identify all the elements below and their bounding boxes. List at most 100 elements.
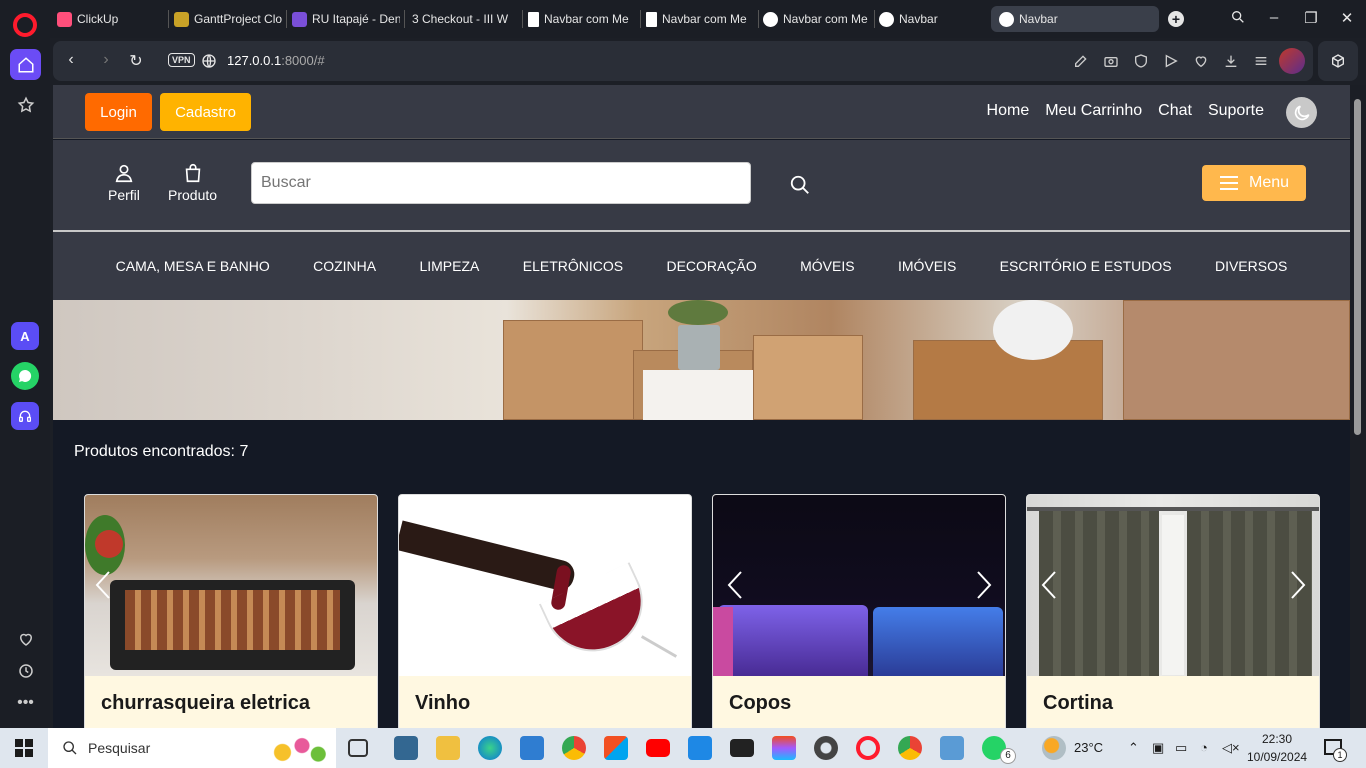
figma-icon[interactable]: [772, 736, 796, 760]
postgres-icon[interactable]: [394, 736, 418, 760]
music-player-icon[interactable]: [11, 402, 39, 430]
whatsapp-icon[interactable]: [11, 362, 39, 390]
vscode-icon[interactable]: [688, 736, 712, 760]
chevron-right-icon[interactable]: [976, 570, 992, 600]
category-moveis[interactable]: MÓVEIS: [778, 258, 876, 274]
product-card[interactable]: Vinho: [398, 494, 692, 728]
chevron-up-icon[interactable]: ⌃: [1128, 740, 1139, 756]
clickup-icon: [57, 11, 72, 27]
nav-link-chat[interactable]: Chat: [1158, 102, 1192, 120]
product-card[interactable]: Cortina: [1026, 494, 1320, 728]
chevron-left-icon[interactable]: [727, 570, 743, 600]
opera-icon[interactable]: [856, 736, 880, 760]
nav-link-cart[interactable]: Meu Carrinho: [1045, 102, 1142, 120]
chrome-icon[interactable]: [562, 736, 586, 760]
volume-icon[interactable]: ◁×: [1222, 740, 1240, 756]
category-diversos[interactable]: DIVERSOS: [1193, 258, 1309, 274]
terminal-icon[interactable]: [730, 739, 754, 757]
weather-temp[interactable]: 23°C: [1074, 740, 1103, 755]
clock-date[interactable]: 10/09/2024: [1247, 750, 1307, 764]
file-explorer-icon[interactable]: [436, 736, 460, 760]
chrome-profile-icon[interactable]: [898, 736, 922, 760]
aria-app-icon[interactable]: A: [11, 322, 39, 350]
top-links: Home Meu Carrinho Chat Suporte: [987, 102, 1264, 120]
back-icon[interactable]: ‹: [61, 51, 81, 71]
history-icon[interactable]: [10, 655, 41, 686]
taskbar-search[interactable]: Pesquisar: [48, 728, 336, 768]
download-icon[interactable]: [1223, 53, 1239, 69]
category-eletronicos[interactable]: ELETRÔNICOS: [501, 258, 645, 274]
meet-icon[interactable]: ▣: [1152, 740, 1164, 756]
easy-setup-icon[interactable]: [1253, 53, 1269, 69]
heart-icon[interactable]: [1193, 53, 1209, 69]
tab-checkout[interactable]: 3 Checkout - III W: [412, 8, 520, 30]
tab-navbar-4[interactable]: Navbar: [879, 8, 979, 30]
nav-link-home[interactable]: Home: [987, 102, 1030, 120]
opera-logo-icon[interactable]: [13, 13, 37, 37]
edge-icon[interactable]: [478, 736, 502, 760]
battery-icon[interactable]: ▭: [1175, 740, 1187, 756]
profile-link[interactable]: Perfil: [108, 162, 140, 203]
close-icon[interactable]: ✕: [1337, 9, 1357, 29]
category-cama-mesa-banho[interactable]: CAMA, MESA E BANHO: [94, 258, 291, 274]
edit-icon[interactable]: [1073, 53, 1089, 69]
windows-taskbar: Pesquisar 6 23°C ⌃ ▣ ▭ ◔ ◁× 22:30 10/09/…: [0, 728, 1366, 768]
menu-button[interactable]: Menu: [1202, 165, 1306, 201]
forward-icon[interactable]: ›: [96, 51, 116, 71]
scrollbar-thumb[interactable]: [1354, 99, 1361, 435]
star-icon[interactable]: [10, 89, 41, 120]
category-limpeza[interactable]: LIMPEZA: [398, 258, 501, 274]
tab-navbar-3[interactable]: Navbar com Me: [763, 8, 871, 30]
reload-icon[interactable]: ↻: [126, 51, 146, 71]
search-input[interactable]: [251, 162, 751, 204]
tab-ganttproject[interactable]: GanttProject Clo: [174, 8, 282, 30]
task-view-icon[interactable]: [348, 739, 368, 757]
tab-navbar-active[interactable]: Navbar: [991, 6, 1159, 32]
product-card[interactable]: Copos: [712, 494, 1006, 728]
chevron-right-icon[interactable]: [1290, 570, 1306, 600]
settings-icon[interactable]: [814, 736, 838, 760]
category-escritorio[interactable]: ESCRITÓRIO E ESTUDOS: [978, 258, 1193, 274]
clock-time[interactable]: 22:30: [1262, 732, 1292, 746]
product-card[interactable]: churrasqueira eletrica: [84, 494, 378, 728]
tab-navbar-1[interactable]: Navbar com Me: [528, 8, 636, 30]
windows-start-icon[interactable]: [15, 739, 33, 757]
results-count: Produtos encontrados: 7: [74, 443, 249, 460]
search-tabs-icon[interactable]: [1228, 9, 1248, 29]
dark-mode-toggle[interactable]: [1286, 97, 1317, 128]
category-imoveis[interactable]: IMÓVEIS: [876, 258, 978, 274]
store-icon[interactable]: [604, 736, 628, 760]
page-scrollbar[interactable]: [1350, 85, 1366, 728]
tab-navbar-2[interactable]: Navbar com Me: [646, 8, 754, 30]
vpn-badge[interactable]: VPN: [168, 53, 195, 67]
weather-icon[interactable]: [1042, 736, 1066, 760]
maximize-icon[interactable]: ❐: [1301, 9, 1321, 29]
category-decoracao[interactable]: DECORAÇÃO: [645, 258, 779, 274]
heart-icon[interactable]: [10, 623, 41, 654]
extensions-button[interactable]: [1318, 41, 1358, 81]
nav-link-support[interactable]: Suporte: [1208, 102, 1264, 120]
search-icon[interactable]: [789, 174, 811, 196]
category-cozinha[interactable]: COZINHA: [291, 258, 397, 274]
more-icon[interactable]: •••: [10, 687, 41, 718]
product-image: [1027, 495, 1319, 676]
mail-icon[interactable]: [520, 736, 544, 760]
product-link[interactable]: Produto: [168, 162, 217, 203]
cadastro-button[interactable]: Cadastro: [160, 93, 251, 131]
wifi-icon[interactable]: ◔: [1200, 740, 1208, 755]
shield-icon[interactable]: [1133, 53, 1149, 69]
youtube-icon[interactable]: [646, 739, 670, 757]
home-icon[interactable]: [10, 49, 41, 80]
chevron-left-icon[interactable]: [1041, 570, 1057, 600]
chevron-left-icon[interactable]: [95, 570, 111, 600]
avatar[interactable]: [1279, 48, 1305, 74]
tab-clickup[interactable]: ClickUp: [57, 8, 167, 30]
url-field[interactable]: 127.0.0.1:8000/#: [227, 53, 325, 68]
app-icon[interactable]: [940, 736, 964, 760]
new-tab-button[interactable]: +: [1168, 11, 1184, 27]
login-button[interactable]: Login: [85, 93, 152, 131]
send-icon[interactable]: [1163, 53, 1179, 69]
minimize-icon[interactable]: –: [1264, 9, 1284, 29]
tab-ru-itapaje[interactable]: RU Itapajé - Den: [292, 8, 400, 30]
camera-icon[interactable]: [1103, 53, 1119, 69]
